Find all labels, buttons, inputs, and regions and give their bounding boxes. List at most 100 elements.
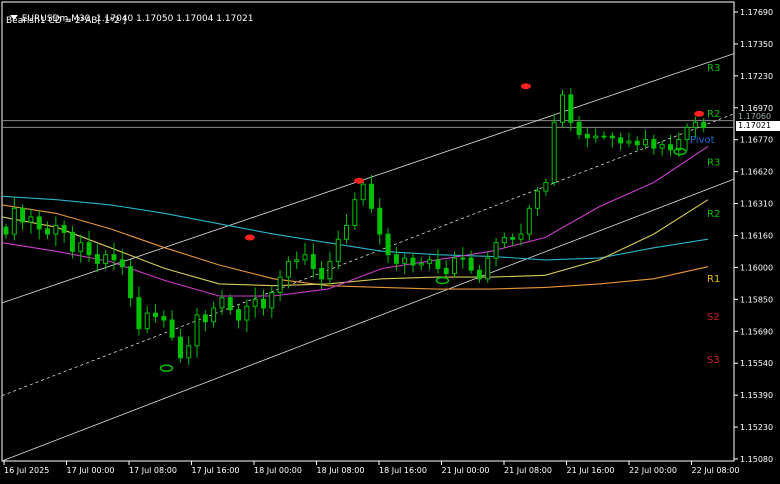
pivot-label: R3 (707, 157, 720, 168)
y-tick-label: 1.16770 (740, 136, 773, 145)
candle-body (551, 121, 557, 184)
candle-body (327, 261, 333, 280)
candle-body (3, 226, 9, 235)
price-chart[interactable]: 1.17690 1.17350 1.17230 1.16970 1.16770 1.166… (0, 0, 780, 480)
candle-body (119, 259, 125, 268)
y-tick-label: 1.16160 (740, 232, 773, 241)
candle-body (111, 254, 117, 261)
candle-body (559, 94, 565, 123)
x-tick-label: 18 Jul 00:00 (254, 466, 302, 475)
candle-body (593, 135, 599, 139)
candle-body (576, 121, 582, 135)
candle-body (78, 242, 84, 252)
candle-body (393, 254, 399, 264)
chart-svg: 1.176901.173501.172301.169701.167701.166… (1, 1, 773, 475)
candle-body (202, 314, 208, 323)
candle-body (86, 242, 92, 256)
candle-body (485, 257, 491, 280)
pivot-label: Pivot (690, 135, 715, 146)
swing-low-marker (435, 276, 450, 285)
candle-body (543, 182, 549, 192)
candle-body (194, 314, 200, 347)
candle-body (310, 254, 316, 269)
candle-body (435, 259, 441, 269)
candle-body (302, 254, 308, 261)
candle-body (410, 257, 416, 266)
candle-body (53, 224, 59, 235)
candle-body (252, 298, 258, 307)
bid-price-tag: 1.17021 (736, 121, 780, 131)
candle-body (294, 259, 300, 263)
y-tick-label: 1.15690 (740, 327, 773, 336)
candle-body (460, 257, 466, 260)
y-tick-label: 1.17690 (740, 8, 773, 17)
candle-body (501, 237, 507, 244)
candle-body (601, 135, 607, 138)
candle-body (667, 144, 673, 151)
candle-body (319, 267, 325, 280)
candle-body (701, 121, 707, 128)
candle-body (651, 139, 657, 149)
candle-body (360, 183, 366, 201)
candle-body (153, 312, 159, 318)
candle-body (385, 233, 391, 256)
candle-body (69, 231, 75, 252)
candle-body (418, 262, 424, 266)
candle-body (260, 298, 266, 309)
x-tick-label: 22 Jul 00:00 (629, 466, 677, 475)
candle-body (402, 257, 408, 264)
x-tick-label: 21 Jul 16:00 (567, 466, 615, 475)
candle-body (20, 207, 26, 223)
swing-low-marker (159, 364, 174, 372)
candle-body (493, 242, 499, 259)
candle-body (36, 216, 42, 230)
candle-body (634, 140, 640, 146)
candle-body (227, 297, 233, 311)
y-tick-label: 1.15850 (740, 295, 773, 304)
candle-body (568, 94, 574, 123)
candle-body (643, 139, 649, 146)
x-tick-label: 21 Jul 08:00 (504, 466, 552, 475)
candle-body (285, 261, 291, 278)
candle-body (269, 292, 275, 309)
x-tick-label: 18 Jul 08:00 (317, 466, 365, 475)
candle-body (94, 254, 100, 264)
candle-body (452, 257, 458, 275)
candle-body (161, 316, 167, 321)
candle-body (236, 309, 242, 321)
pivot-label: S3 (707, 355, 720, 366)
candle-body (584, 133, 590, 139)
candle-body (344, 224, 350, 240)
x-tick-label: 16 Jul 2025 (4, 466, 49, 475)
candle-body (377, 207, 383, 235)
candle-body (335, 238, 341, 263)
candle-body (618, 137, 624, 144)
candle-body (103, 254, 109, 264)
y-tick-label: 1.17350 (740, 40, 773, 49)
candle-body (368, 183, 374, 209)
y-tick-label: 1.16620 (740, 168, 773, 177)
x-tick-label: 17 Jul 16:00 (192, 466, 240, 475)
candle-body (128, 266, 134, 299)
candle-body (61, 224, 67, 233)
candle-body (427, 259, 433, 264)
candle-body (45, 228, 51, 235)
candle-body (177, 336, 183, 359)
pivot-label: S2 (707, 312, 720, 323)
candle-body (609, 135, 615, 139)
candle-body (684, 126, 690, 141)
candle-body (11, 207, 17, 235)
pivot-label: R1 (707, 274, 720, 285)
candle-body (136, 297, 142, 330)
candle-body (169, 319, 175, 338)
pivot-label: R2 (707, 109, 720, 120)
y-tick-label: 1.16000 (740, 263, 773, 272)
y-tick-label: 1.17230 (740, 72, 773, 81)
candle-body (476, 269, 482, 280)
candle-body (443, 267, 449, 275)
candle-body (518, 233, 524, 240)
pivot-label: R3 (707, 63, 720, 74)
swing-high-marker (244, 234, 255, 241)
x-tick-label: 18 Jul 16:00 (379, 466, 427, 475)
candle-body (28, 216, 34, 223)
